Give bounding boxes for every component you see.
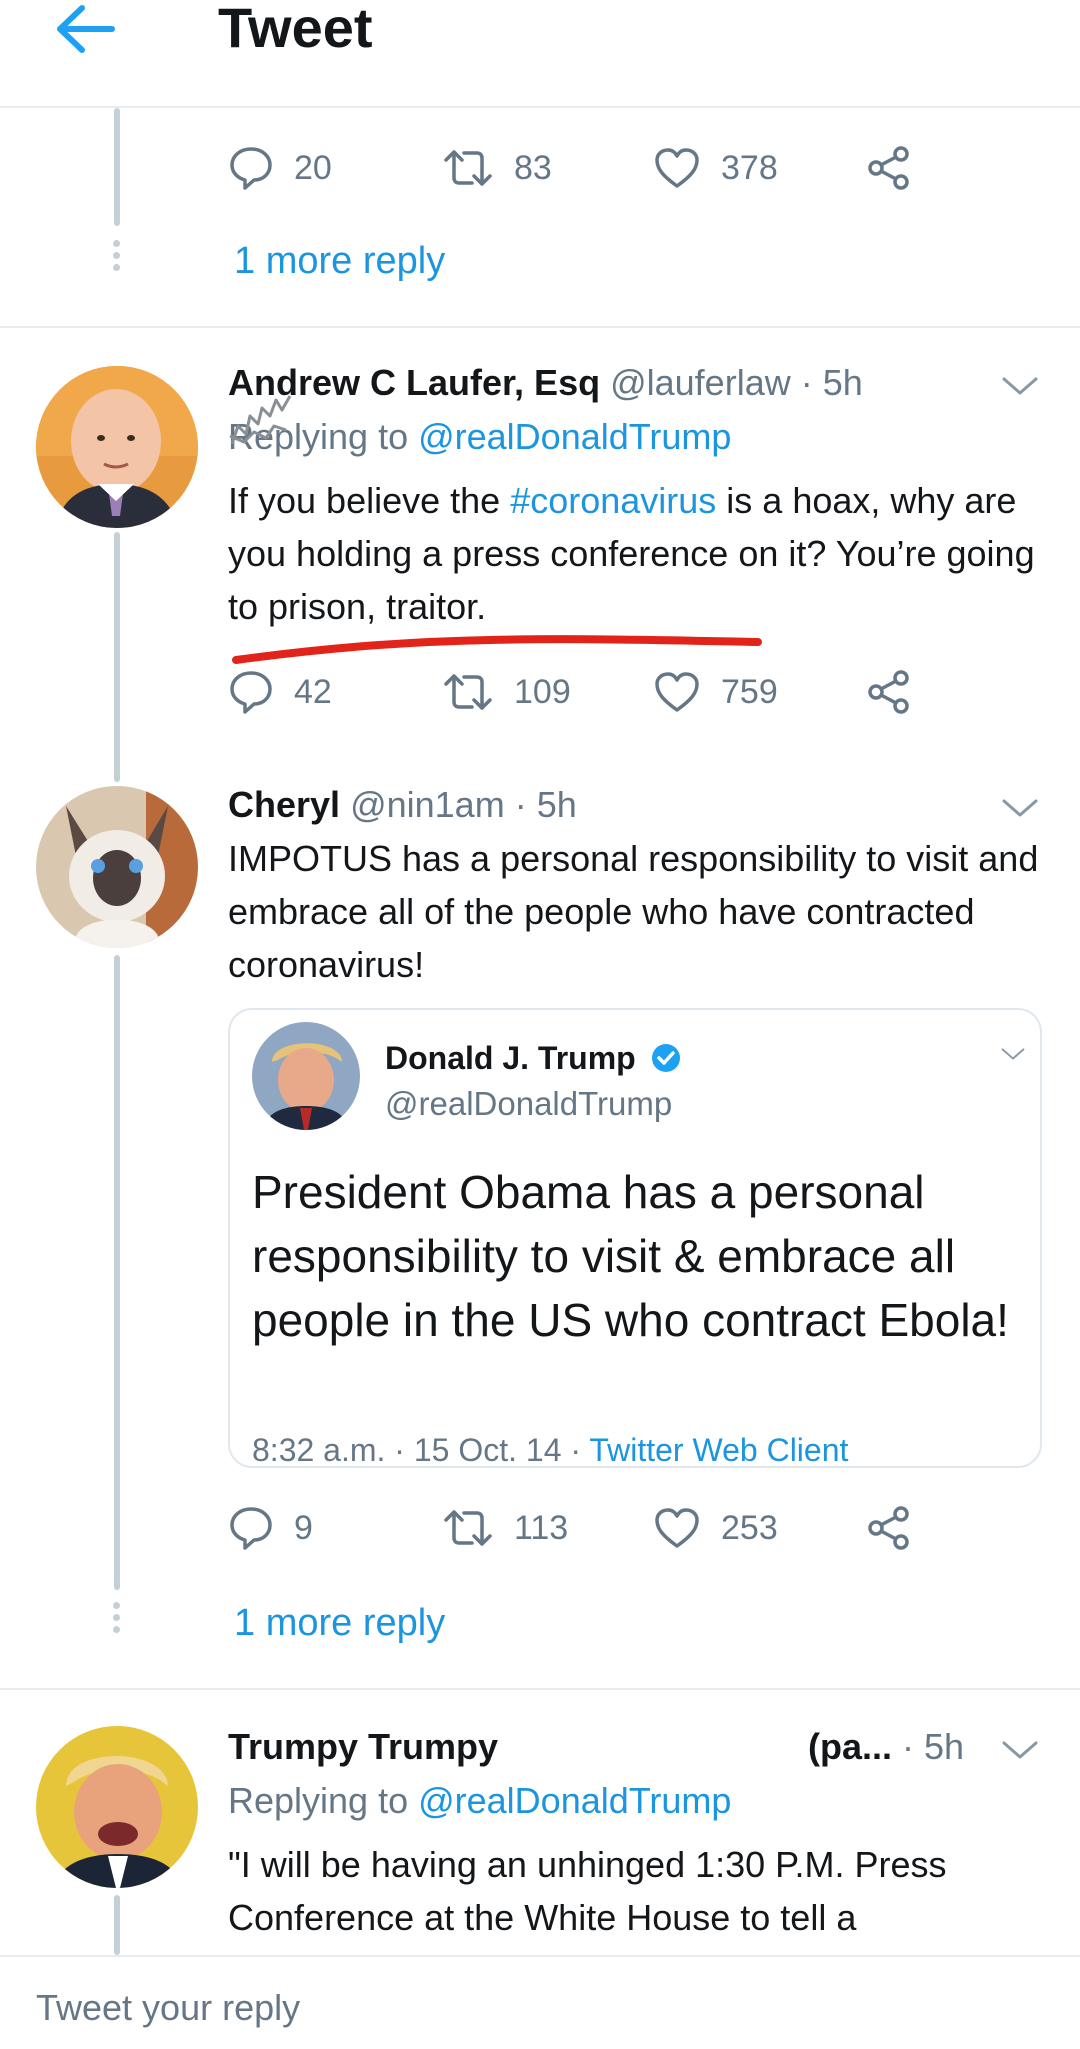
thread-connector [114,1895,120,1955]
quoted-tweet-card[interactable]: Donald J. Trump @realDonaldTrump Preside… [228,1008,1042,1468]
more-replies-link[interactable]: 1 more reply [234,240,445,283]
tweet-actions: 20 83 378 [228,138,928,198]
more-replies-link[interactable]: 1 more reply [234,1602,445,1645]
quoted-author-name: Donald J. Trump [385,1040,681,1077]
quoted-tweet-text: President Obama has a personal responsib… [252,1166,1009,1346]
mention-link[interactable]: @realDonaldTrump [418,416,731,457]
tweet-text-part: If you believe the [228,480,511,521]
mention-link[interactable]: @realDonaldTrump [418,1780,731,1821]
replying-to: Replying to @realDonaldTrump [228,1780,731,1822]
avatar[interactable] [36,1726,198,1888]
reply-icon [230,1507,272,1550]
tweet-header: Trumpy Trumpy [228,1726,498,1768]
reply-action[interactable]: 42 [228,662,332,722]
like-action[interactable]: 378 [653,138,778,198]
tweet-text: If you believe the #coronavirus is a hoa… [228,474,1048,633]
tweet-text: "I will be having an unhinged 1:30 P.M. … [228,1844,947,1938]
tweet-actions: 42 109 759 [228,662,928,722]
quoted-tweet-time: 8:32 a.m. · 15 Oct. 14 · [252,1432,590,1468]
replying-prefix: Replying to [228,1780,419,1821]
tweet-header-right: (pa... · 5h [808,1726,964,1768]
verified-badge-icon [651,1044,680,1072]
like-icon [655,672,699,712]
like-action[interactable]: 253 [653,1498,778,1558]
hashtag-link[interactable]: #coronavirus [510,480,716,521]
quoted-author-handle: @realDonaldTrump [385,1085,673,1122]
retweet-count: 83 [514,148,552,187]
retweet-action[interactable]: 83 [442,138,552,198]
thread-ellipsis [113,1602,121,1638]
tweet-time: · 5h [902,1726,965,1767]
page-title: Tweet [218,0,373,59]
reply-composer[interactable]: Tweet your reply [0,1955,1080,2049]
author-handle[interactable]: (pa... [808,1726,892,1767]
divider [0,1688,1080,1690]
client-link[interactable]: Twitter Web Client [589,1432,848,1468]
share-icon [868,146,909,190]
author-name[interactable]: Cheryl [228,784,340,825]
author-handle[interactable]: @nin1am [350,784,505,825]
like-count: 253 [721,1508,778,1547]
like-action[interactable]: 759 [653,662,778,722]
tweet-header: Cheryl @nin1am · 5h [228,784,577,826]
reply-icon [230,147,272,190]
top-app-bar: Tweet [0,0,1080,108]
reply-action[interactable]: 20 [228,138,332,198]
chevron-down-icon[interactable] [1000,1046,1026,1062]
author-handle[interactable]: @lauferlaw [610,362,791,403]
tweet-time: · 5h [800,362,863,403]
tweet-time: · 5h [514,784,577,825]
like-count: 378 [721,148,778,187]
retweet-action[interactable]: 113 [442,1498,568,1558]
red-underline-annotation [232,635,762,664]
avatar [252,1022,360,1130]
reply-input-placeholder[interactable]: Tweet your reply [36,1987,300,2029]
retweet-icon [444,1510,492,1546]
thread-connector [114,532,120,782]
thread-ellipsis [113,240,121,276]
reply-icon [230,671,272,714]
retweet-count: 109 [514,672,571,711]
avatar[interactable] [36,786,198,948]
tweet-header: Andrew C Laufer, Esq @lauferlaw · 5h [228,362,863,404]
reply-action[interactable]: 9 [228,1498,313,1558]
thread-connector [114,108,120,226]
share-icon [868,1506,909,1550]
tweet-text: IMPOTUS has a personal responsibility to… [228,838,1039,985]
tweet-actions: 9 113 253 [228,1498,928,1558]
reply-count: 9 [294,1508,313,1547]
chevron-down-icon[interactable] [1000,1738,1040,1762]
chevron-down-icon[interactable] [1000,374,1040,398]
retweet-icon [444,674,492,710]
like-icon [655,1508,699,1548]
retweet-count: 113 [514,1508,569,1547]
quoted-author-name-text: Donald J. Trump [385,1040,636,1076]
share-action[interactable] [866,662,912,722]
author-name[interactable]: Trumpy Trumpy [228,1726,498,1767]
share-action[interactable] [866,1498,912,1558]
share-action[interactable] [866,138,912,198]
thread-connector [114,955,120,1590]
reply-count: 20 [294,148,332,187]
reply-count: 42 [294,672,332,711]
like-icon [655,148,699,188]
retweet-action[interactable]: 109 [442,662,571,722]
retweet-icon [444,150,492,186]
scribble-mark [229,395,292,445]
avatar[interactable] [36,366,198,528]
quoted-tweet-meta: 8:32 a.m. · 15 Oct. 14 · Twitter Web Cli… [252,1432,848,1469]
like-count: 759 [721,672,778,711]
divider [0,326,1080,328]
back-arrow-icon[interactable] [52,2,116,56]
chevron-down-icon[interactable] [1000,796,1040,820]
share-icon [868,670,909,714]
